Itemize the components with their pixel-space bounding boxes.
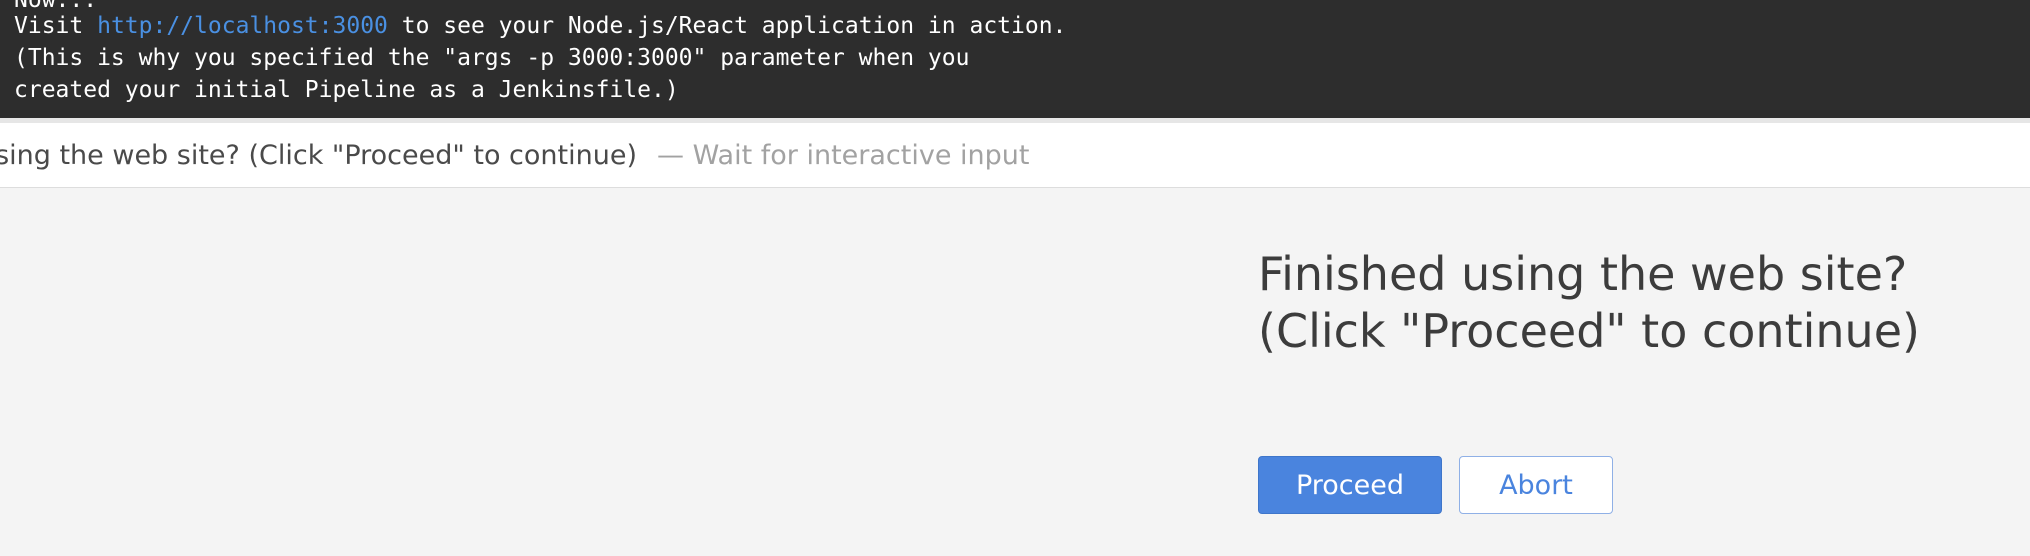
console-text: to see your Node.js/React application in… bbox=[387, 13, 1067, 39]
step-status: — Wait for interactive input bbox=[657, 140, 1030, 171]
console-text: Visit bbox=[14, 13, 98, 39]
console-line: Visit http://localhost:3000 to see your … bbox=[14, 10, 1066, 42]
proceed-button[interactable]: Proceed bbox=[1258, 456, 1442, 514]
abort-button[interactable]: Abort bbox=[1459, 456, 1613, 514]
step-title: Finished using the web site? (Click "Pro… bbox=[0, 140, 637, 171]
console-line: created your initial Pipeline as a Jenki… bbox=[14, 74, 679, 106]
prompt-message: Finished using the web site? (Click "Pro… bbox=[1258, 247, 1920, 358]
console-text: created your initial Pipeline as a Jenki… bbox=[14, 77, 679, 103]
console-text: (This is why you specified the "args -p … bbox=[14, 45, 970, 71]
localhost-link[interactable]: http://localhost:3000 bbox=[97, 13, 388, 39]
input-prompt-panel: Finished using the web site? (Click "Pro… bbox=[0, 188, 2030, 556]
pipeline-step-row[interactable]: Finished using the web site? (Click "Pro… bbox=[0, 123, 2030, 188]
console-line: (This is why you specified the "args -p … bbox=[14, 42, 969, 74]
pipeline-input-view: Now... Visit http://localhost:3000 to se… bbox=[0, 0, 2030, 556]
console-output: Now... Visit http://localhost:3000 to se… bbox=[0, 0, 2030, 118]
